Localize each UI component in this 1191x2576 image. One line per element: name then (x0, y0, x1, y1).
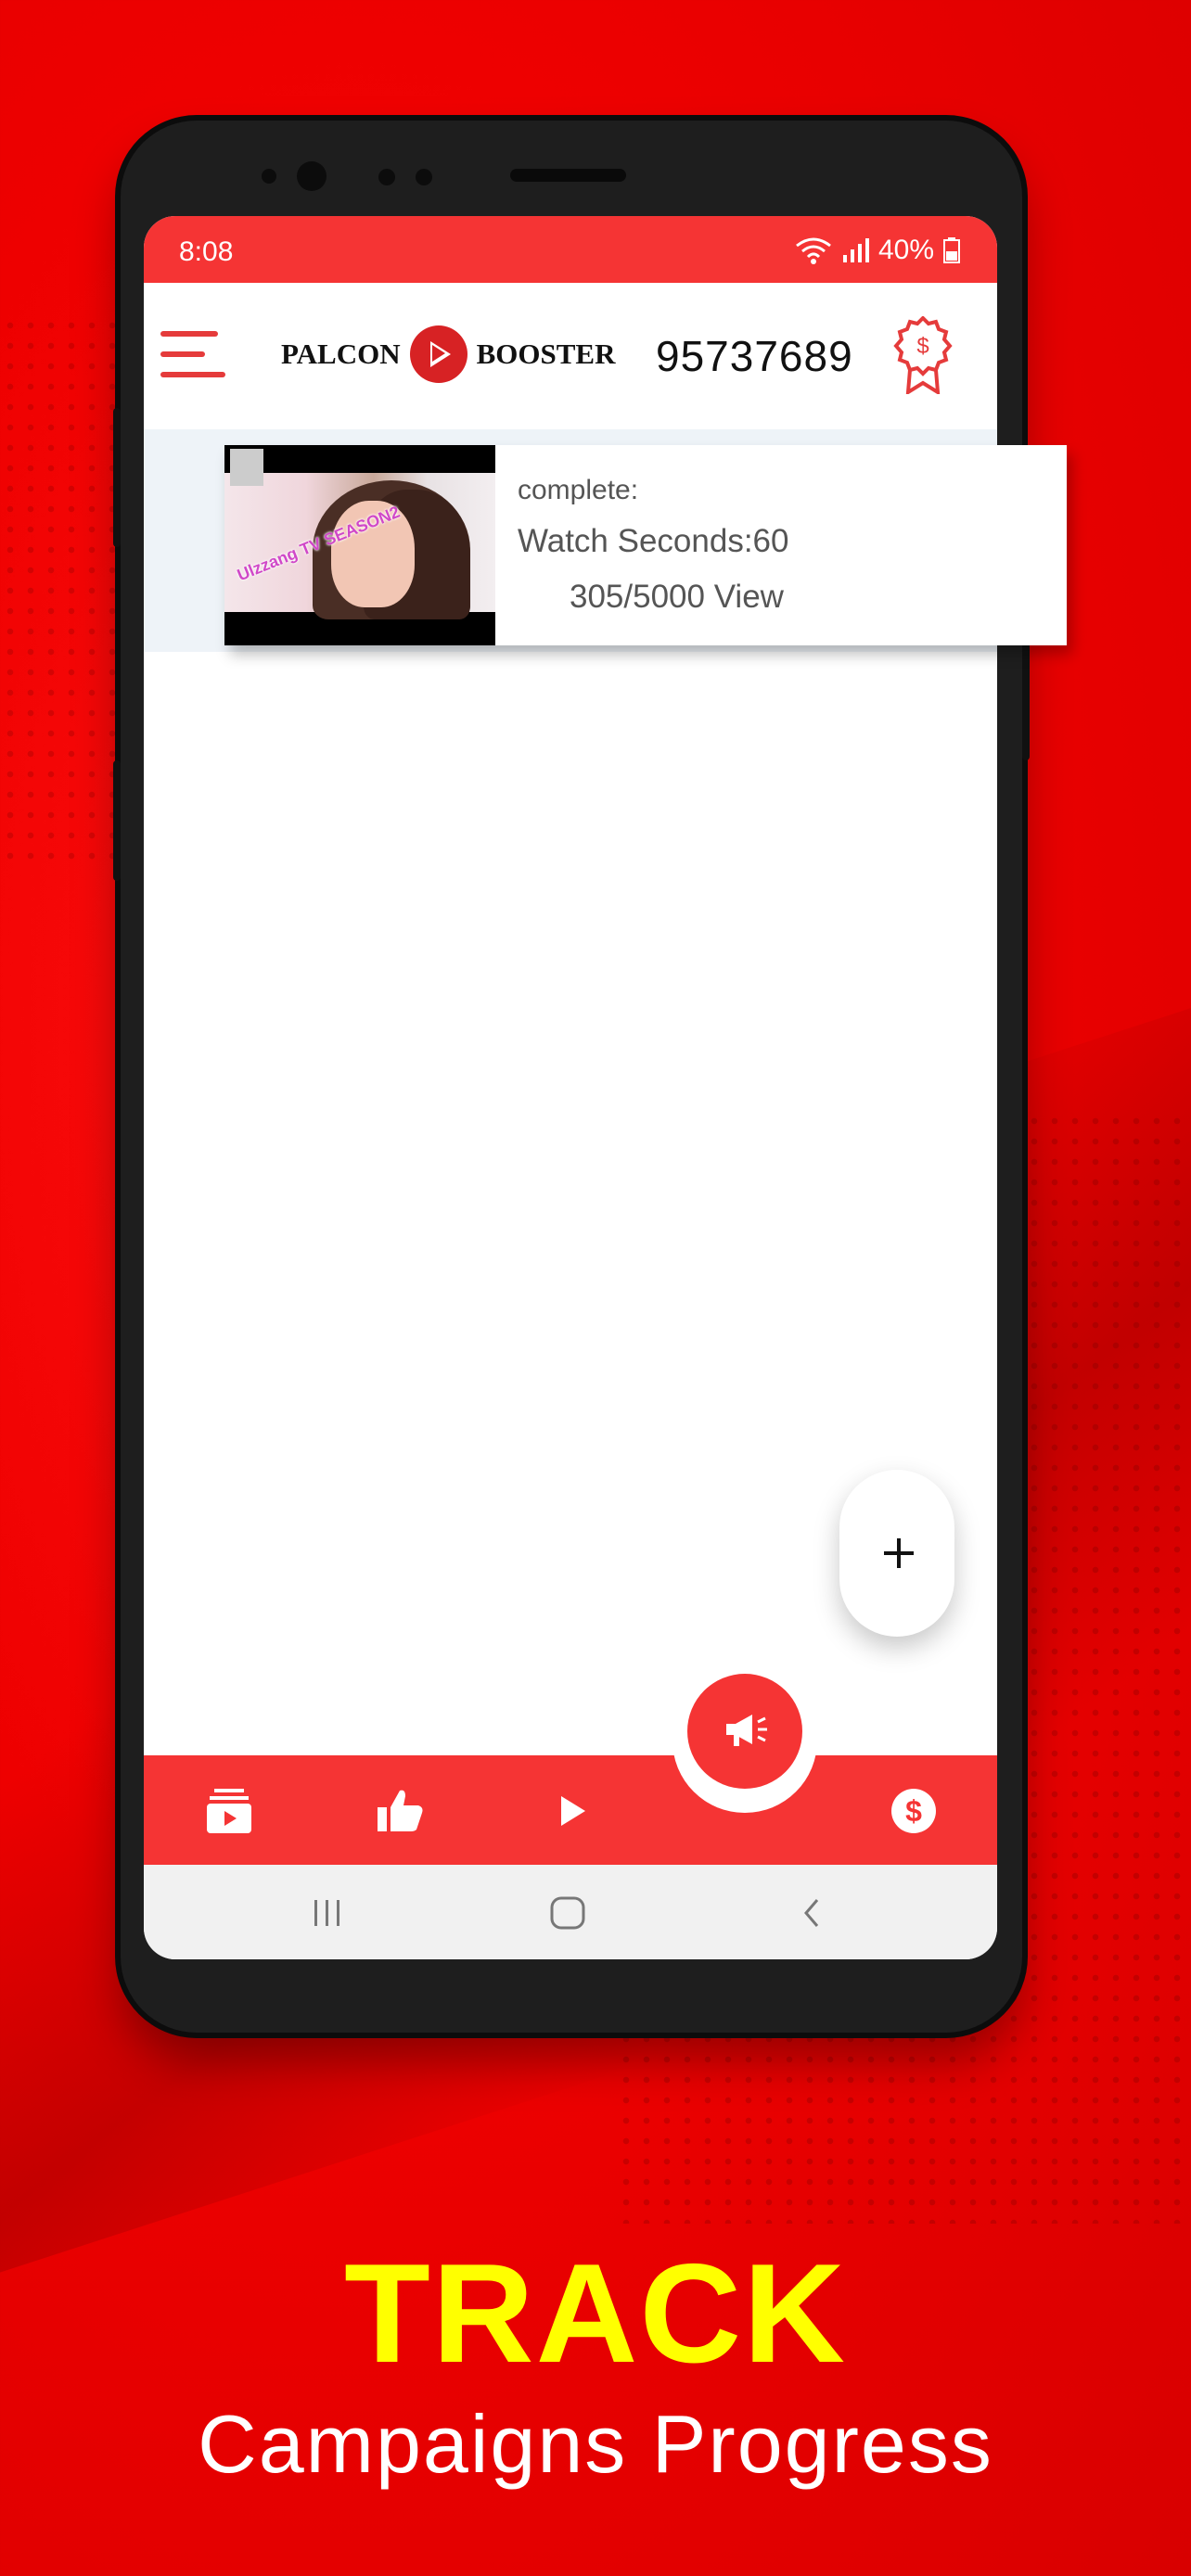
status-bar: 8:08 40% (144, 216, 997, 283)
svg-text:$: $ (905, 1794, 922, 1828)
menu-icon[interactable] (160, 331, 225, 379)
phone-sensor (262, 169, 276, 184)
phone-sensor (416, 169, 432, 185)
svg-text:$: $ (916, 334, 928, 359)
thumbs-up-icon[interactable] (372, 1783, 428, 1839)
system-navigation-bar (144, 1865, 997, 1959)
campaigns-nav-button[interactable] (687, 1674, 802, 1789)
megaphone-icon (726, 1715, 767, 1746)
app-logo: PALCON BOOSTER (281, 322, 615, 387)
playlist-icon[interactable] (201, 1783, 257, 1839)
status-icons: 40% (795, 235, 960, 266)
add-campaign-button[interactable] (839, 1470, 954, 1637)
promo-subline: Campaigns Progress (198, 2398, 993, 2490)
status-time: 8:08 (179, 236, 234, 267)
home-icon[interactable] (547, 1894, 588, 1932)
thumbnail-scene (224, 473, 495, 619)
thumbnail-inset (230, 449, 263, 486)
battery-percent: 40% (877, 235, 934, 265)
dollar-icon[interactable]: $ (886, 1783, 941, 1839)
phone-frame: 8:08 40% PALCON BOOSTER 95737689 $ $ (113, 121, 1030, 2033)
view-progress: 305/5000 View (570, 579, 784, 615)
promo-headline: TRACK (344, 2235, 847, 2392)
phone-sensor (378, 169, 395, 185)
phone-camera (297, 161, 327, 191)
logo-play-icon (409, 325, 467, 383)
signal-icon (842, 238, 869, 262)
play-icon[interactable] (543, 1783, 598, 1839)
recent-apps-icon[interactable] (309, 1894, 346, 1932)
app-bar: PALCON BOOSTER 95737689 $ (144, 283, 997, 426)
phone-power-button (1022, 640, 1030, 760)
phone-volume-button (113, 408, 121, 547)
phone-top-bezel (121, 121, 1022, 213)
battery-icon (943, 237, 960, 263)
logo-text-left: PALCON (281, 338, 401, 370)
watch-seconds: Watch Seconds:60 (518, 523, 789, 559)
coin-balance: 95737689 (656, 332, 853, 380)
logo-text-right: BOOSTER (476, 338, 616, 370)
reward-badge-icon[interactable]: $ (893, 316, 953, 394)
wifi-icon (796, 237, 831, 264)
campaign-card[interactable]: Ulzzang TV SEASON2 complete: Watch Secon… (224, 445, 1067, 645)
phone-bixby-button (113, 760, 121, 881)
phone-speaker (510, 169, 626, 182)
campaign-status: complete: (518, 475, 639, 505)
back-icon[interactable] (793, 1894, 830, 1932)
video-thumbnail: Ulzzang TV SEASON2 (224, 445, 495, 645)
